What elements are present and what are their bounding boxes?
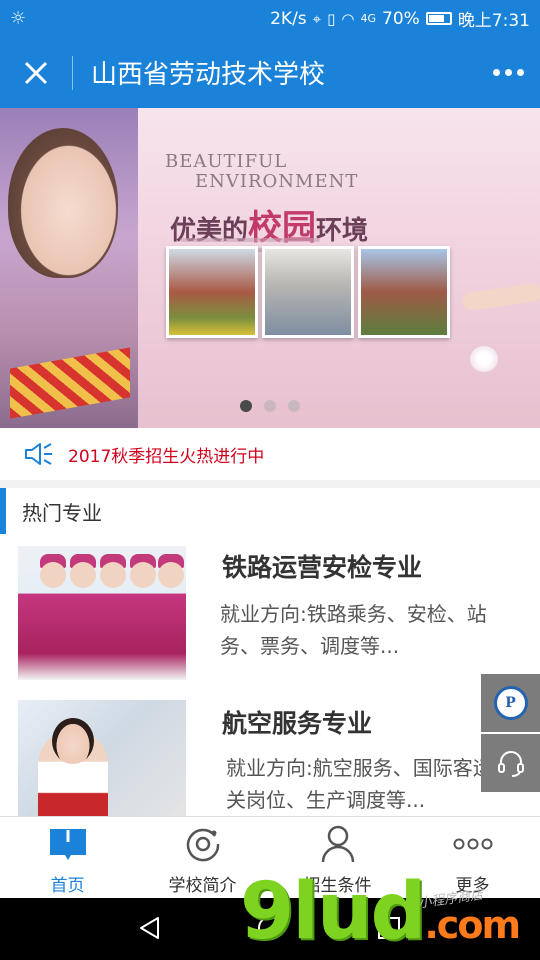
flower-graphic bbox=[470, 346, 498, 372]
school-logo-button[interactable]: P bbox=[481, 674, 540, 732]
tab-school-intro-label: 学校简介 bbox=[168, 876, 237, 896]
signal-icon: 4G bbox=[360, 12, 377, 25]
major-name: 铁路运营安检专业 bbox=[222, 553, 423, 582]
more-menu-button[interactable] bbox=[476, 37, 540, 108]
thumb-decor bbox=[100, 562, 126, 588]
clock: 晚上7:31 bbox=[457, 11, 530, 31]
thumb-decor bbox=[158, 562, 184, 588]
tab-home-label: 首页 bbox=[50, 876, 85, 896]
aviation-thumbnail bbox=[18, 700, 186, 816]
location-icon: ⌖ bbox=[312, 9, 322, 28]
brightness-icon: ☼ bbox=[10, 8, 27, 29]
campus-photo-3 bbox=[358, 246, 450, 338]
major-name: 航空服务专业 bbox=[222, 709, 373, 738]
banner-fine-print bbox=[180, 238, 320, 242]
campus-photo-2 bbox=[262, 246, 354, 338]
net-speed: 2K/s bbox=[270, 8, 307, 29]
headline-en-line1: BEAUTIFUL bbox=[165, 151, 288, 172]
thumb-decor bbox=[130, 562, 156, 588]
more-icon bbox=[453, 825, 493, 863]
school-logo-icon: P bbox=[493, 686, 528, 720]
battery-icon bbox=[425, 12, 452, 25]
watermark-brand: 9lud bbox=[240, 867, 426, 957]
back-icon[interactable] bbox=[138, 916, 160, 940]
more-dot bbox=[504, 69, 512, 76]
wifi-icon: ◠ bbox=[341, 9, 355, 28]
banner-headline-en: BEAUTIFUL ENVIRONMENT bbox=[165, 152, 358, 192]
headline-cn-b: 校园 bbox=[248, 208, 317, 248]
major-item-railway[interactable]: 铁路运营安检专业 就业方向:铁路乘务、安检、站务、票务、调度等... bbox=[0, 534, 540, 684]
section-title: 热门专业 bbox=[22, 500, 102, 525]
more-dot bbox=[516, 69, 524, 76]
status-bar: ☼ 2K/s ⌖ ▯ ◠ 4G 70% 晚上7:31 bbox=[0, 0, 540, 37]
railway-thumbnail bbox=[18, 546, 186, 680]
headline-en-line2: ENVIRONMENT bbox=[195, 171, 359, 192]
tab-home[interactable]: 首页 bbox=[0, 817, 135, 898]
customer-service-button[interactable] bbox=[481, 734, 540, 792]
carousel-dot-1[interactable] bbox=[240, 400, 252, 412]
notice-text: 2017秋季招生火热进行中 bbox=[68, 446, 265, 467]
scarf-graphic bbox=[10, 347, 130, 419]
section-header: 热门专业 bbox=[0, 488, 540, 534]
section-accent-bar bbox=[0, 488, 6, 534]
major-item-aviation[interactable]: 航空服务专业 就业方向:航空服务、国际客运相关岗位、生产调度等... bbox=[0, 688, 540, 816]
title-bar: 山西省劳动技术学校 bbox=[0, 37, 540, 108]
battery-percent: 70% bbox=[382, 8, 420, 29]
carousel-dots bbox=[240, 400, 300, 412]
status-right: 2K/s ⌖ ▯ ◠ 4G 70% 晚上7:31 bbox=[270, 6, 530, 32]
hand-graphic bbox=[461, 282, 540, 312]
thumb-decor bbox=[40, 562, 66, 588]
user-icon bbox=[318, 825, 358, 863]
speaker-icon bbox=[25, 443, 52, 465]
close-button[interactable] bbox=[0, 37, 72, 108]
carousel-dot-2[interactable] bbox=[264, 400, 276, 412]
watermark-domain: .com bbox=[424, 903, 521, 947]
stewardess-photo bbox=[0, 108, 138, 428]
majors-list: 铁路运营安检专业 就业方向:铁路乘务、安检、站务、票务、调度等... 航空服务专… bbox=[0, 534, 540, 816]
banner-carousel[interactable]: BEAUTIFUL ENVIRONMENT 优美的校园环境 bbox=[0, 108, 540, 428]
headset-icon bbox=[497, 751, 524, 777]
stewardess-face bbox=[8, 128, 118, 278]
title-divider bbox=[72, 55, 73, 90]
carousel-dot-3[interactable] bbox=[288, 400, 300, 412]
home-book-icon bbox=[48, 825, 88, 863]
notice-bar[interactable]: 2017秋季招生火热进行中 bbox=[0, 428, 540, 480]
campus-photo-1 bbox=[166, 246, 258, 338]
vibrate-icon: ▯ bbox=[327, 9, 336, 28]
page-title: 山西省劳动技术学校 bbox=[91, 60, 326, 90]
thumb-decor bbox=[70, 562, 96, 588]
close-icon bbox=[24, 61, 48, 84]
school-intro-icon bbox=[183, 825, 223, 863]
headline-cn-c: 环境 bbox=[316, 216, 369, 246]
thumb-decor bbox=[52, 718, 94, 764]
more-dots-icon bbox=[492, 69, 500, 76]
major-desc: 就业方向:铁路乘务、安检、站务、票务、调度等... bbox=[220, 602, 487, 658]
